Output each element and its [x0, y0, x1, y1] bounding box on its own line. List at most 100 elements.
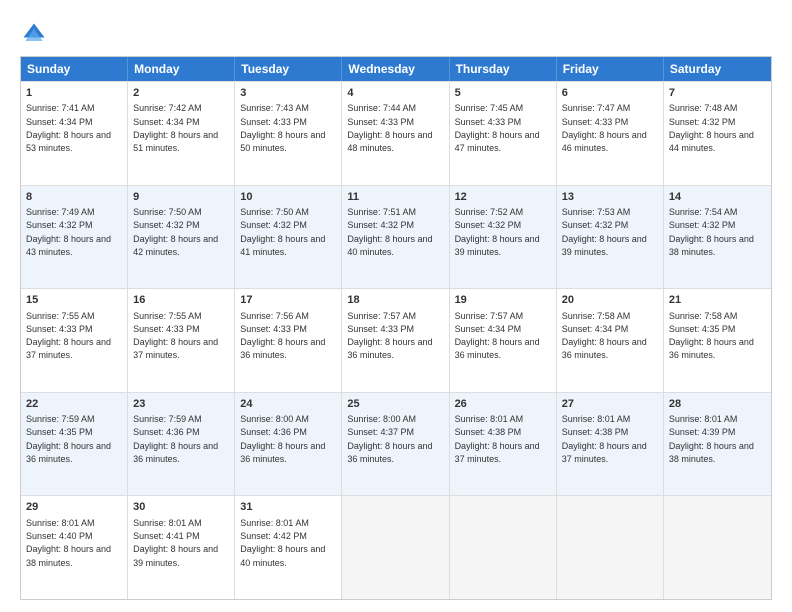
day-number: 22: [26, 397, 122, 412]
day-number: 16: [133, 293, 229, 308]
calendar-cell: 3 Sunrise: 7:43 AMSunset: 4:33 PMDayligh…: [235, 82, 342, 185]
cell-text: Sunrise: 7:41 AMSunset: 4:34 PMDaylight:…: [26, 103, 111, 153]
cell-text: Sunrise: 7:59 AMSunset: 4:36 PMDaylight:…: [133, 414, 218, 464]
header-day: Sunday: [21, 57, 128, 81]
day-number: 17: [240, 293, 336, 308]
cell-text: Sunrise: 7:56 AMSunset: 4:33 PMDaylight:…: [240, 311, 325, 361]
calendar-cell: 25 Sunrise: 8:00 AMSunset: 4:37 PMDaylig…: [342, 393, 449, 496]
day-number: 9: [133, 190, 229, 205]
header-day: Wednesday: [342, 57, 449, 81]
cell-text: Sunrise: 7:54 AMSunset: 4:32 PMDaylight:…: [669, 207, 754, 257]
calendar-cell: 27 Sunrise: 8:01 AMSunset: 4:38 PMDaylig…: [557, 393, 664, 496]
day-number: 26: [455, 397, 551, 412]
logo: [20, 20, 52, 48]
day-number: 6: [562, 86, 658, 101]
day-number: 20: [562, 293, 658, 308]
day-number: 31: [240, 500, 336, 515]
calendar-cell: 31 Sunrise: 8:01 AMSunset: 4:42 PMDaylig…: [235, 496, 342, 599]
day-number: 8: [26, 190, 122, 205]
calendar-cell: 11 Sunrise: 7:51 AMSunset: 4:32 PMDaylig…: [342, 186, 449, 289]
cell-text: Sunrise: 8:01 AMSunset: 4:38 PMDaylight:…: [455, 414, 540, 464]
calendar-cell: 23 Sunrise: 7:59 AMSunset: 4:36 PMDaylig…: [128, 393, 235, 496]
cell-text: Sunrise: 7:48 AMSunset: 4:32 PMDaylight:…: [669, 103, 754, 153]
day-number: 28: [669, 397, 766, 412]
cell-text: Sunrise: 7:53 AMSunset: 4:32 PMDaylight:…: [562, 207, 647, 257]
header: [20, 16, 772, 48]
cell-text: Sunrise: 8:01 AMSunset: 4:38 PMDaylight:…: [562, 414, 647, 464]
calendar-body: 1 Sunrise: 7:41 AMSunset: 4:34 PMDayligh…: [21, 81, 771, 599]
day-number: 29: [26, 500, 122, 515]
calendar-row: 15 Sunrise: 7:55 AMSunset: 4:33 PMDaylig…: [21, 288, 771, 392]
header-day: Tuesday: [235, 57, 342, 81]
calendar-cell: 30 Sunrise: 8:01 AMSunset: 4:41 PMDaylig…: [128, 496, 235, 599]
calendar-cell: 10 Sunrise: 7:50 AMSunset: 4:32 PMDaylig…: [235, 186, 342, 289]
calendar-cell: 20 Sunrise: 7:58 AMSunset: 4:34 PMDaylig…: [557, 289, 664, 392]
day-number: 12: [455, 190, 551, 205]
calendar-cell: 7 Sunrise: 7:48 AMSunset: 4:32 PMDayligh…: [664, 82, 771, 185]
calendar-cell: 22 Sunrise: 7:59 AMSunset: 4:35 PMDaylig…: [21, 393, 128, 496]
cell-text: Sunrise: 8:01 AMSunset: 4:42 PMDaylight:…: [240, 518, 325, 568]
day-number: 3: [240, 86, 336, 101]
cell-text: Sunrise: 7:58 AMSunset: 4:35 PMDaylight:…: [669, 311, 754, 361]
cell-text: Sunrise: 7:57 AMSunset: 4:34 PMDaylight:…: [455, 311, 540, 361]
calendar-cell: 21 Sunrise: 7:58 AMSunset: 4:35 PMDaylig…: [664, 289, 771, 392]
day-number: 19: [455, 293, 551, 308]
cell-text: Sunrise: 7:50 AMSunset: 4:32 PMDaylight:…: [133, 207, 218, 257]
calendar-row: 1 Sunrise: 7:41 AMSunset: 4:34 PMDayligh…: [21, 81, 771, 185]
calendar-cell: 4 Sunrise: 7:44 AMSunset: 4:33 PMDayligh…: [342, 82, 449, 185]
calendar-cell: 9 Sunrise: 7:50 AMSunset: 4:32 PMDayligh…: [128, 186, 235, 289]
day-number: 11: [347, 190, 443, 205]
day-number: 23: [133, 397, 229, 412]
calendar: SundayMondayTuesdayWednesdayThursdayFrid…: [20, 56, 772, 600]
header-day: Monday: [128, 57, 235, 81]
cell-text: Sunrise: 7:43 AMSunset: 4:33 PMDaylight:…: [240, 103, 325, 153]
calendar-cell: 5 Sunrise: 7:45 AMSunset: 4:33 PMDayligh…: [450, 82, 557, 185]
calendar-cell: 29 Sunrise: 8:01 AMSunset: 4:40 PMDaylig…: [21, 496, 128, 599]
cell-text: Sunrise: 8:01 AMSunset: 4:39 PMDaylight:…: [669, 414, 754, 464]
day-number: 7: [669, 86, 766, 101]
calendar-cell: 24 Sunrise: 8:00 AMSunset: 4:36 PMDaylig…: [235, 393, 342, 496]
day-number: 13: [562, 190, 658, 205]
cell-text: Sunrise: 8:00 AMSunset: 4:37 PMDaylight:…: [347, 414, 432, 464]
cell-text: Sunrise: 8:01 AMSunset: 4:41 PMDaylight:…: [133, 518, 218, 568]
calendar-cell: 28 Sunrise: 8:01 AMSunset: 4:39 PMDaylig…: [664, 393, 771, 496]
header-day: Saturday: [664, 57, 771, 81]
calendar-cell: [664, 496, 771, 599]
day-number: 30: [133, 500, 229, 515]
calendar-cell: 15 Sunrise: 7:55 AMSunset: 4:33 PMDaylig…: [21, 289, 128, 392]
day-number: 14: [669, 190, 766, 205]
cell-text: Sunrise: 7:51 AMSunset: 4:32 PMDaylight:…: [347, 207, 432, 257]
cell-text: Sunrise: 7:55 AMSunset: 4:33 PMDaylight:…: [133, 311, 218, 361]
page: SundayMondayTuesdayWednesdayThursdayFrid…: [0, 0, 792, 612]
cell-text: Sunrise: 8:01 AMSunset: 4:40 PMDaylight:…: [26, 518, 111, 568]
calendar-cell: 17 Sunrise: 7:56 AMSunset: 4:33 PMDaylig…: [235, 289, 342, 392]
day-number: 25: [347, 397, 443, 412]
header-day: Thursday: [450, 57, 557, 81]
calendar-cell: 16 Sunrise: 7:55 AMSunset: 4:33 PMDaylig…: [128, 289, 235, 392]
calendar-cell: 26 Sunrise: 8:01 AMSunset: 4:38 PMDaylig…: [450, 393, 557, 496]
cell-text: Sunrise: 7:42 AMSunset: 4:34 PMDaylight:…: [133, 103, 218, 153]
calendar-cell: [342, 496, 449, 599]
calendar-cell: 18 Sunrise: 7:57 AMSunset: 4:33 PMDaylig…: [342, 289, 449, 392]
cell-text: Sunrise: 7:47 AMSunset: 4:33 PMDaylight:…: [562, 103, 647, 153]
cell-text: Sunrise: 7:49 AMSunset: 4:32 PMDaylight:…: [26, 207, 111, 257]
calendar-cell: [557, 496, 664, 599]
cell-text: Sunrise: 8:00 AMSunset: 4:36 PMDaylight:…: [240, 414, 325, 464]
day-number: 1: [26, 86, 122, 101]
cell-text: Sunrise: 7:45 AMSunset: 4:33 PMDaylight:…: [455, 103, 540, 153]
cell-text: Sunrise: 7:44 AMSunset: 4:33 PMDaylight:…: [347, 103, 432, 153]
calendar-cell: 8 Sunrise: 7:49 AMSunset: 4:32 PMDayligh…: [21, 186, 128, 289]
day-number: 15: [26, 293, 122, 308]
calendar-row: 8 Sunrise: 7:49 AMSunset: 4:32 PMDayligh…: [21, 185, 771, 289]
calendar-cell: 12 Sunrise: 7:52 AMSunset: 4:32 PMDaylig…: [450, 186, 557, 289]
day-number: 24: [240, 397, 336, 412]
day-number: 5: [455, 86, 551, 101]
cell-text: Sunrise: 7:58 AMSunset: 4:34 PMDaylight:…: [562, 311, 647, 361]
calendar-row: 22 Sunrise: 7:59 AMSunset: 4:35 PMDaylig…: [21, 392, 771, 496]
calendar-row: 29 Sunrise: 8:01 AMSunset: 4:40 PMDaylig…: [21, 495, 771, 599]
cell-text: Sunrise: 7:59 AMSunset: 4:35 PMDaylight:…: [26, 414, 111, 464]
cell-text: Sunrise: 7:55 AMSunset: 4:33 PMDaylight:…: [26, 311, 111, 361]
calendar-cell: 2 Sunrise: 7:42 AMSunset: 4:34 PMDayligh…: [128, 82, 235, 185]
logo-icon: [20, 20, 48, 48]
calendar-cell: 13 Sunrise: 7:53 AMSunset: 4:32 PMDaylig…: [557, 186, 664, 289]
